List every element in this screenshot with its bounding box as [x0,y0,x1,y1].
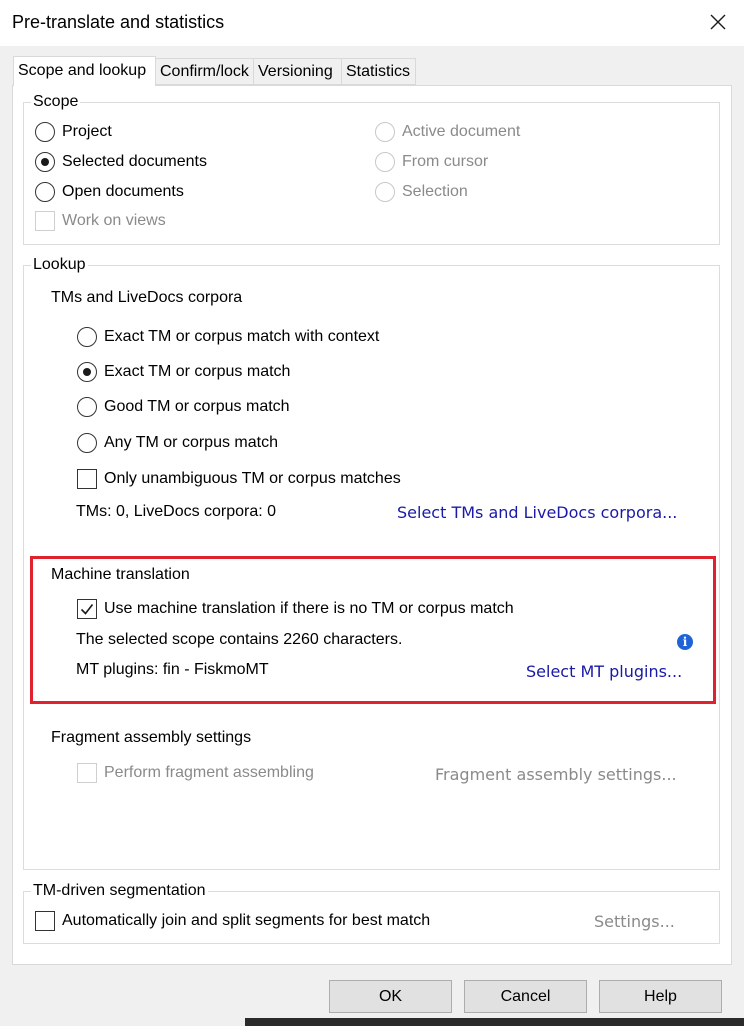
checkmark-icon [80,604,94,615]
checkbox-perform-fragment-label: Perform fragment assembling [104,764,314,781]
radio-any-match[interactable] [77,433,97,453]
help-button[interactable]: Help [599,980,722,1013]
radio-good-match-label[interactable]: Good TM or corpus match [104,398,290,416]
radio-any-match-label[interactable]: Any TM or corpus match [104,434,278,452]
tm-heading: TMs and LiveDocs corpora [51,289,243,306]
radio-exact-match-label[interactable]: Exact TM or corpus match [104,363,290,381]
background-window-strip [245,1018,744,1026]
radio-open-documents-label[interactable]: Open documents [62,183,184,201]
checkbox-use-mt-label[interactable]: Use machine translation if there is no T… [104,600,514,618]
radio-good-match[interactable] [77,397,97,417]
select-mt-plugins-link[interactable]: Select MT plugins... [526,662,682,681]
radio-active-document-label: Active document [402,123,521,140]
checkbox-auto-join-label[interactable]: Automatically join and split segments fo… [62,912,430,930]
cancel-button[interactable]: Cancel [464,980,587,1013]
checkbox-perform-fragment [77,763,97,783]
window-title: Pre-translate and statistics [12,12,225,32]
radio-from-cursor-label: From cursor [402,153,489,170]
lookup-legend: Lookup [31,256,88,274]
radio-selected-documents-label[interactable]: Selected documents [62,153,207,171]
radio-open-documents[interactable] [35,182,55,202]
radio-active-document [375,122,395,142]
radio-selection [375,182,395,202]
tab-versioning[interactable]: Versioning [253,58,342,85]
close-icon [710,14,726,30]
checkbox-work-on-views [35,211,55,231]
radio-project-label[interactable]: Project [62,123,112,141]
fragment-settings-link: Fragment assembly settings... [435,765,677,784]
mt-heading: Machine translation [51,566,190,583]
mt-scope-info: The selected scope contains 2260 charact… [76,631,403,648]
tab-statistics[interactable]: Statistics [341,58,416,85]
close-button[interactable] [700,4,736,40]
radio-project[interactable] [35,122,55,142]
select-tms-link[interactable]: Select TMs and LiveDocs corpora... [397,503,677,522]
segmentation-settings-link: Settings... [594,912,675,931]
fragment-heading: Fragment assembly settings [51,729,252,746]
radio-from-cursor [375,152,395,172]
checkbox-only-unambiguous-label[interactable]: Only unambiguous TM or corpus matches [104,470,401,488]
tab-confirm-lock[interactable]: Confirm/lock [155,58,255,85]
checkbox-work-on-views-label: Work on views [62,212,166,229]
mt-plugins-status: MT plugins: fin - FiskmoMT [76,661,269,678]
radio-selection-label: Selection [402,183,468,200]
info-icon[interactable]: i [677,634,693,650]
checkbox-only-unambiguous[interactable] [77,469,97,489]
radio-exact-match[interactable] [77,362,97,382]
radio-selected-documents[interactable] [35,152,55,172]
checkbox-auto-join[interactable] [35,911,55,931]
radio-exact-context-label[interactable]: Exact TM or corpus match with context [104,328,379,346]
radio-exact-context[interactable] [77,327,97,347]
tm-status-text: TMs: 0, LiveDocs corpora: 0 [76,503,277,520]
segmentation-legend: TM-driven segmentation [31,882,208,900]
tab-scope-and-lookup[interactable]: Scope and lookup [13,56,156,86]
scope-legend: Scope [31,93,81,111]
checkbox-use-mt[interactable] [77,599,97,619]
ok-button[interactable]: OK [329,980,452,1013]
